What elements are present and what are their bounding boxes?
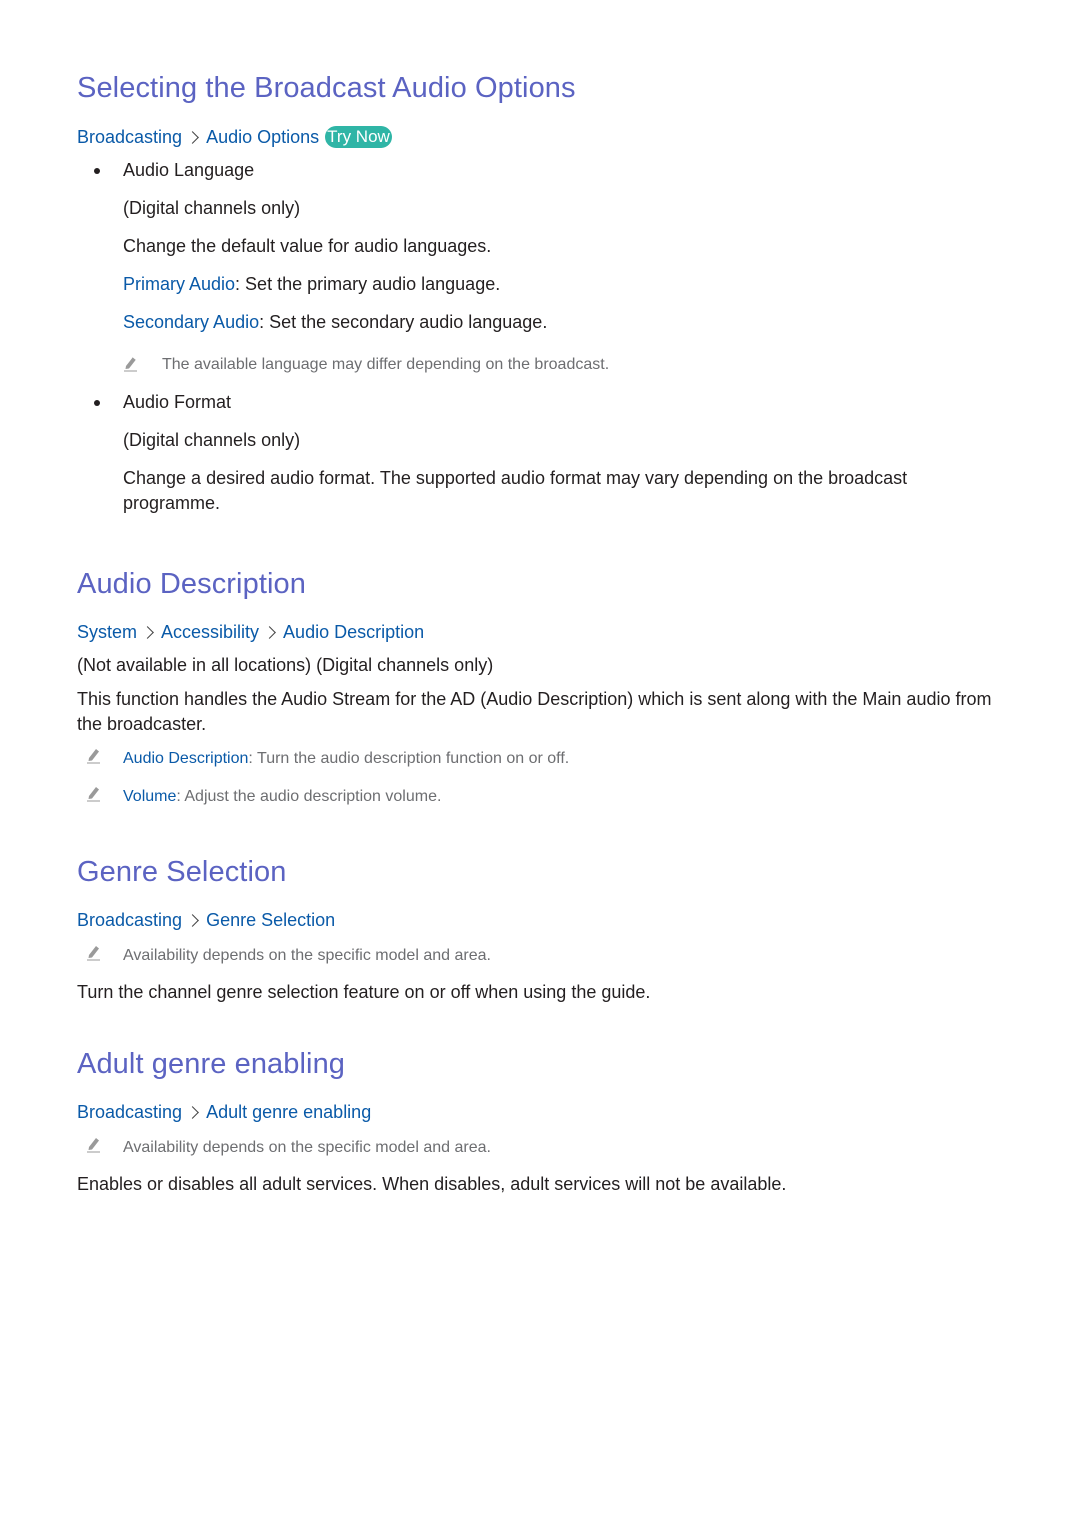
breadcrumb-item-broadcasting[interactable]: Broadcasting xyxy=(77,127,182,148)
option-term: Secondary Audio xyxy=(123,312,260,332)
body-text: (Digital channels only) xyxy=(123,430,301,450)
option-desc: : Set the secondary audio language. xyxy=(259,312,548,332)
body-text: Enables or disables all adult services. … xyxy=(77,1174,787,1194)
breadcrumb-item-audio-description[interactable]: Audio Description xyxy=(283,622,424,643)
note-desc: : Adjust the audio description volume. xyxy=(176,788,442,805)
bullet-label-audio-language: Audio Language xyxy=(123,160,255,180)
bullet-icon xyxy=(94,168,100,174)
breadcrumb-item-system[interactable]: System xyxy=(77,622,137,643)
option-term: Primary Audio xyxy=(123,274,236,294)
body-text: This function handles the Audio Stream f… xyxy=(77,689,992,734)
chevron-right-icon xyxy=(141,626,154,639)
note-audio-description: Audio Description: Turn the audio descri… xyxy=(123,750,569,768)
breadcrumb: Broadcasting Genre Selection xyxy=(77,910,335,931)
note-term: Volume xyxy=(123,788,177,805)
note-term: Audio Description xyxy=(123,750,249,767)
pencil-note-icon xyxy=(85,943,103,961)
body-text: Change a desired audio format. The suppo… xyxy=(123,468,908,513)
pencil-note-icon xyxy=(122,354,140,372)
breadcrumb-item-broadcasting[interactable]: Broadcasting xyxy=(77,910,182,931)
breadcrumb-item-audio-options[interactable]: Audio Options xyxy=(206,127,319,148)
section-title-broadcast-audio-options: Selecting the Broadcast Audio Options xyxy=(77,72,576,104)
option-primary-audio: Primary Audio: Set the primary audio lan… xyxy=(123,274,500,295)
breadcrumb: Broadcasting Adult genre enabling xyxy=(77,1102,371,1123)
pencil-note-icon xyxy=(85,784,103,802)
note-text: Availability depends on the specific mod… xyxy=(123,1139,491,1156)
chevron-right-icon xyxy=(186,130,199,144)
option-secondary-audio: Secondary Audio: Set the secondary audio… xyxy=(123,312,547,333)
pencil-note-icon xyxy=(85,1135,103,1153)
option-desc: : Set the primary audio language. xyxy=(235,274,501,294)
section-title-audio-description: Audio Description xyxy=(77,568,306,600)
breadcrumb-item-adult-genre-enabling[interactable]: Adult genre enabling xyxy=(206,1102,371,1123)
body-text: (Digital channels only) xyxy=(123,198,301,218)
note-volume: Volume: Adjust the audio description vol… xyxy=(123,788,441,806)
body-text: Change the default value for audio langu… xyxy=(123,236,492,256)
pencil-note-icon xyxy=(85,746,103,764)
note-desc: : Turn the audio description function on… xyxy=(248,750,570,767)
section-title-genre-selection: Genre Selection xyxy=(77,856,287,888)
chevron-right-icon xyxy=(186,914,199,927)
breadcrumb: System Accessibility Audio Description xyxy=(77,622,424,643)
note-text: Availability depends on the specific mod… xyxy=(123,947,491,964)
bullet-label-audio-format: Audio Format xyxy=(123,392,232,412)
chevron-right-icon xyxy=(263,626,276,639)
bullet-icon xyxy=(94,400,100,406)
section-title-adult-genre-enabling: Adult genre enabling xyxy=(77,1048,346,1080)
body-text: (Not available in all locations) (Digita… xyxy=(77,655,494,675)
breadcrumb-item-accessibility[interactable]: Accessibility xyxy=(161,622,259,643)
breadcrumb-item-genre-selection[interactable]: Genre Selection xyxy=(206,910,335,931)
try-now-button[interactable]: Try Now xyxy=(325,126,392,148)
note-text: The available language may differ depend… xyxy=(162,356,610,373)
body-text: Turn the channel genre selection feature… xyxy=(77,982,651,1002)
chevron-right-icon xyxy=(186,1106,199,1119)
breadcrumb-item-broadcasting[interactable]: Broadcasting xyxy=(77,1102,182,1123)
breadcrumb: Broadcasting Audio Options Try Now xyxy=(77,126,392,148)
